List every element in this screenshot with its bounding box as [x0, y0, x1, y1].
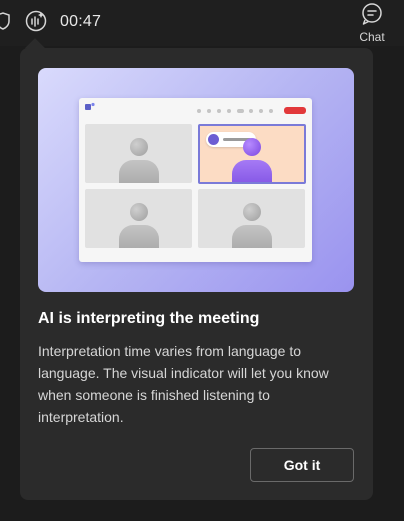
ai-interpretation-popup: AI is interpreting the meeting Interpret…	[20, 48, 373, 500]
active-speaker-tile	[198, 124, 306, 184]
ai-interpretation-icon[interactable]	[24, 9, 48, 33]
participant-tile	[85, 189, 192, 248]
meeting-illustration	[38, 68, 354, 292]
mock-end-call-button	[284, 107, 306, 114]
popup-title: AI is interpreting the meeting	[38, 310, 260, 327]
chat-label: Chat	[359, 30, 385, 44]
teams-logo-icon	[85, 102, 95, 110]
meeting-timer: 00:47	[60, 13, 102, 30]
participant-tile	[85, 124, 192, 183]
mock-meeting-window	[79, 98, 312, 262]
popup-description: Interpretation time varies from language…	[38, 343, 329, 425]
chat-button[interactable]: Chat	[356, 2, 388, 44]
chat-bubble-icon	[362, 3, 382, 25]
participant-tile	[198, 189, 305, 248]
meeting-toolbar: 00:47 Chat	[0, 0, 404, 46]
got-it-button[interactable]: Got it	[250, 448, 354, 482]
shield-icon[interactable]	[0, 12, 10, 30]
